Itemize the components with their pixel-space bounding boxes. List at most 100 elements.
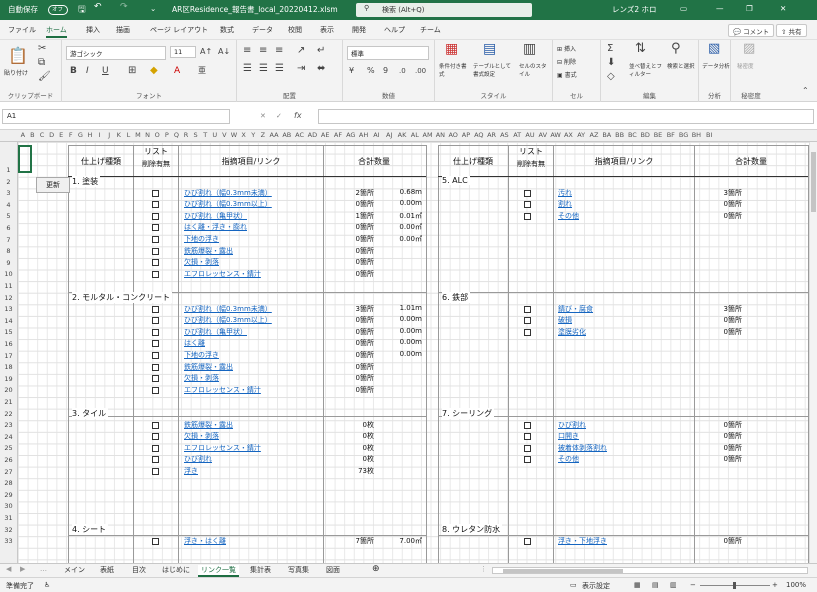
column-header[interactable]: AH: [357, 131, 370, 139]
item-link[interactable]: 被着体剥落割れ: [558, 443, 607, 453]
delete-checkbox[interactable]: [152, 305, 159, 313]
page-break-view-icon[interactable]: ▥: [670, 581, 677, 589]
item-link[interactable]: 下地の浮き: [184, 234, 219, 244]
sheet-tab-cover[interactable]: 表紙: [100, 565, 114, 575]
row-header[interactable]: 2: [0, 178, 17, 186]
insert-cells-button[interactable]: ⊞ 挿入: [557, 44, 576, 53]
format-as-table-label[interactable]: テーブルとして書式設定: [473, 62, 513, 78]
delete-checkbox[interactable]: [152, 386, 159, 394]
item-link[interactable]: ひび割れ: [184, 454, 212, 464]
row-header[interactable]: 12: [0, 294, 17, 302]
delete-checkbox[interactable]: [524, 189, 531, 197]
display-settings-label[interactable]: 表示設定: [582, 581, 610, 591]
column-header[interactable]: X: [239, 131, 249, 139]
item-link[interactable]: その他: [558, 454, 579, 464]
item-link[interactable]: 浮き・はく離: [184, 536, 226, 546]
column-header[interactable]: AZ: [588, 131, 601, 139]
tab-home[interactable]: ホーム: [46, 25, 67, 38]
search-box[interactable]: ⚲ 検索 (Alt+Q): [356, 3, 532, 17]
sort-filter-icon[interactable]: ⇅: [635, 42, 646, 55]
column-header[interactable]: BD: [639, 131, 652, 139]
column-header[interactable]: Q: [172, 131, 182, 139]
delete-checkbox[interactable]: [524, 212, 531, 220]
confirm-entry-icon[interactable]: ✓: [276, 112, 282, 120]
align-right-icon[interactable]: ☰: [275, 64, 284, 74]
zoom-level[interactable]: 100%: [786, 581, 806, 589]
delete-checkbox[interactable]: [524, 456, 531, 464]
comment-button[interactable]: 💬 コメント: [728, 24, 775, 37]
align-center-icon[interactable]: ☰: [259, 64, 268, 74]
row-header[interactable]: 7: [0, 236, 17, 244]
zoom-slider-thumb[interactable]: [733, 582, 736, 589]
display-settings-icon[interactable]: ▭: [570, 581, 577, 589]
item-link[interactable]: 浮き: [184, 466, 198, 476]
row-header[interactable]: 20: [0, 386, 17, 394]
horizontal-scrollbar[interactable]: [492, 567, 808, 574]
sort-filter-label[interactable]: 並べ替えとフィルター: [629, 62, 663, 78]
column-header[interactable]: AV: [536, 131, 549, 139]
column-header[interactable]: I: [95, 131, 105, 139]
indent-icon[interactable]: ⇥: [297, 64, 305, 74]
column-header[interactable]: BE: [652, 131, 665, 139]
zoom-slider[interactable]: [700, 582, 770, 589]
delete-checkbox[interactable]: [152, 340, 159, 348]
column-header[interactable]: AO: [447, 131, 460, 139]
row-header[interactable]: 16: [0, 340, 17, 348]
delete-checkbox[interactable]: [152, 537, 159, 545]
delete-checkbox[interactable]: [524, 328, 531, 336]
column-header[interactable]: AY: [575, 131, 588, 139]
row-header[interactable]: 5: [0, 212, 17, 220]
font-name-select[interactable]: 游ゴシック: [66, 46, 166, 60]
tab-help[interactable]: ヘルプ: [384, 25, 405, 35]
delete-checkbox[interactable]: [152, 212, 159, 220]
tab-formulas[interactable]: 数式: [220, 25, 234, 35]
row-header[interactable]: 8: [0, 247, 17, 255]
row-header[interactable]: 33: [0, 537, 17, 545]
decrease-font-icon[interactable]: A↓: [218, 47, 230, 57]
sheet-tab-link-list[interactable]: リンク一覧: [198, 565, 239, 577]
item-link[interactable]: 破損: [558, 315, 572, 325]
delete-checkbox[interactable]: [152, 352, 159, 359]
find-select-icon[interactable]: ⚲: [671, 42, 681, 55]
row-header[interactable]: 25: [0, 444, 17, 452]
column-header[interactable]: O: [152, 131, 162, 139]
fill-icon[interactable]: ⬇: [607, 58, 615, 68]
row-header[interactable]: 21: [0, 398, 17, 406]
worksheet-grid[interactable]: 更新 仕上げ種類 リスト 削除有無 指摘項目/リンク 合計数量 仕上げ種類 リス…: [18, 142, 809, 563]
cancel-entry-icon[interactable]: ✕: [260, 112, 266, 120]
column-header[interactable]: AS: [498, 131, 511, 139]
comma-button[interactable]: 9: [383, 66, 388, 76]
undo-icon[interactable]: ↶: [94, 2, 102, 12]
horizontal-scroll-thumb[interactable]: [503, 569, 623, 573]
row-header[interactable]: 29: [0, 491, 17, 499]
sheet-tab-photos[interactable]: 写真集: [288, 565, 309, 575]
item-link[interactable]: エフロレッセンス・錆汁: [184, 443, 261, 453]
sheet-tab-intro[interactable]: はじめに: [162, 565, 190, 575]
row-header[interactable]: 14: [0, 317, 17, 325]
row-header[interactable]: 23: [0, 421, 17, 429]
column-header[interactable]: Y: [248, 131, 258, 139]
item-link[interactable]: 鉄筋爆裂・露出: [184, 420, 233, 430]
item-link[interactable]: 鉄筋爆裂・露出: [184, 362, 233, 372]
column-header[interactable]: AB: [280, 131, 293, 139]
column-header[interactable]: R: [181, 131, 191, 139]
column-header[interactable]: AF: [332, 131, 345, 139]
customize-qat-icon[interactable]: ⌄: [150, 4, 156, 13]
item-link[interactable]: 錆び・腐食: [558, 304, 593, 314]
item-link[interactable]: ひび割れ（幅0.3mm以上）: [184, 315, 272, 325]
column-header[interactable]: AQ: [472, 131, 485, 139]
row-header[interactable]: 31: [0, 514, 17, 522]
delete-checkbox[interactable]: [524, 317, 531, 325]
tab-developer[interactable]: 開発: [352, 25, 366, 35]
column-header[interactable]: AC: [293, 131, 306, 139]
normal-view-icon[interactable]: ▦: [634, 581, 641, 589]
delete-checkbox[interactable]: [152, 444, 159, 452]
delete-checkbox[interactable]: [152, 363, 159, 371]
zoom-in-icon[interactable]: +: [772, 581, 778, 589]
column-header[interactable]: AA: [268, 131, 281, 139]
delete-checkbox[interactable]: [524, 421, 531, 429]
orientation-icon[interactable]: ↗: [297, 46, 305, 56]
sheet-tab-toc[interactable]: 目次: [132, 565, 146, 575]
sheet-tab-summary[interactable]: 集計表: [250, 565, 271, 575]
delete-checkbox[interactable]: [524, 201, 531, 209]
